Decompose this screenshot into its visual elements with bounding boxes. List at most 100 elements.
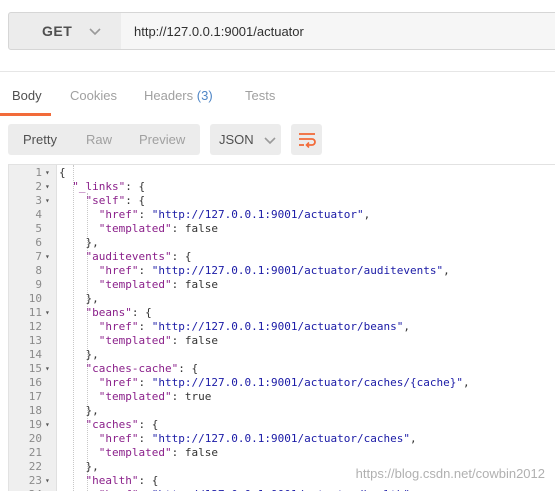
tab-headers[interactable]: Headers (3) (144, 88, 213, 103)
json-punctuation: , (403, 320, 411, 333)
url-input[interactable]: http://127.0.0.1:9001/actuator (121, 12, 555, 50)
tab-cookies[interactable]: Cookies (70, 88, 117, 103)
fold-toggle-icon[interactable]: ▾ (45, 194, 54, 208)
json-punctuation: : { (138, 474, 159, 487)
preview-button[interactable]: Preview (139, 132, 185, 147)
request-bar: GET http://127.0.0.1:9001/actuator (0, 0, 555, 64)
line-number: 19 (28, 418, 42, 431)
json-key: "beans" (85, 306, 132, 319)
code-text: "href": "http://127.0.0.1:9001/actuator/… (59, 320, 410, 334)
json-punctuation: , (410, 432, 417, 445)
line-number: 23 (28, 474, 42, 487)
json-punctuation: }, (59, 404, 99, 417)
json-punctuation: : { (131, 306, 152, 319)
code-text: }, (59, 404, 99, 418)
line-number: 5 (35, 222, 42, 235)
code-text: "caches-cache": { (59, 362, 199, 376)
json-punctuation (59, 362, 86, 375)
fold-toggle-icon[interactable]: ▾ (45, 418, 54, 432)
json-string: "http://127.0.0.1:9001/actuator/beans" (151, 320, 404, 333)
tab-tests[interactable]: Tests (245, 88, 275, 103)
line-number: 22 (28, 460, 42, 473)
json-punctuation: : false (171, 334, 218, 347)
json-key: "health" (85, 474, 139, 487)
json-string: "http://127.0.0.1:9001/actuator/caches/{… (151, 376, 464, 389)
code-text: "templated": false (59, 446, 218, 460)
json-punctuation (59, 250, 86, 263)
json-punctuation (59, 334, 99, 347)
json-key: "templated" (98, 222, 172, 235)
line-number: 14 (28, 348, 42, 361)
json-key: "templated" (98, 334, 172, 347)
line-number: 1 (35, 166, 42, 179)
line-number: 17 (28, 390, 42, 403)
json-key: "_links" (72, 180, 126, 193)
json-punctuation (59, 194, 86, 207)
json-punctuation (59, 306, 86, 319)
code-text: "templated": false (59, 222, 218, 236)
json-punctuation: : { (125, 194, 146, 207)
line-number: 4 (35, 208, 42, 221)
code-text: "href": "http://127.0.0.1:9001/actuator/… (59, 376, 470, 390)
json-punctuation (59, 278, 99, 291)
json-punctuation: , (463, 376, 470, 389)
format-label: JSON (219, 132, 254, 147)
line-number: 18 (28, 404, 42, 417)
line-number: 6 (35, 236, 42, 249)
url-text: http://127.0.0.1:9001/actuator (134, 23, 304, 39)
method-label: GET (42, 23, 73, 39)
fold-toggle-icon[interactable]: ▾ (45, 474, 54, 488)
response-tabs: Body Cookies Headers (3) Tests (0, 80, 555, 116)
active-tab-indicator (0, 113, 51, 116)
line-number: 3 (35, 194, 42, 207)
code-text: "auditevents": { (59, 250, 192, 264)
wrap-lines-button[interactable] (291, 124, 322, 155)
code-text: "_links": { (59, 180, 145, 194)
pretty-button[interactable]: Pretty (23, 132, 57, 147)
code-text: }, (59, 236, 99, 250)
json-punctuation (59, 376, 99, 389)
wrap-lines-icon (298, 132, 316, 148)
method-dropdown[interactable]: GET (8, 12, 122, 50)
code-text: "href": "http://127.0.0.1:9001/actuator"… (59, 208, 371, 222)
fold-toggle-icon[interactable]: ▾ (45, 306, 54, 320)
tab-headers-label: Headers (144, 88, 194, 103)
json-punctuation: : { (138, 418, 159, 431)
raw-button[interactable]: Raw (86, 132, 112, 147)
json-key: "templated" (98, 278, 172, 291)
format-dropdown[interactable]: JSON (210, 124, 281, 155)
fold-toggle-icon[interactable]: ▾ (45, 250, 54, 264)
code-text: }, (59, 460, 98, 474)
code-text: "href": "http://127.0.0.1:9001/actuator/… (59, 264, 450, 278)
line-number: 8 (35, 264, 42, 277)
json-punctuation: : (138, 320, 152, 333)
json-punctuation: }, (59, 292, 99, 305)
json-punctuation: : (138, 376, 152, 389)
code-text: "templated": false (59, 278, 218, 292)
json-punctuation: , (363, 208, 371, 221)
fold-toggle-icon[interactable]: ▾ (45, 166, 54, 180)
fold-toggle-icon[interactable]: ▾ (45, 362, 54, 376)
view-mode-group: Pretty Raw Preview (8, 124, 200, 155)
json-key: "caches" (85, 418, 139, 431)
json-key: "self" (85, 194, 126, 207)
line-number: 16 (28, 376, 42, 389)
json-key: "href" (98, 376, 139, 389)
line-number: 20 (28, 432, 42, 445)
chevron-down-icon (89, 28, 101, 36)
fold-toggle-icon[interactable]: ▾ (45, 180, 54, 194)
json-punctuation: }, (59, 236, 99, 249)
json-punctuation: : { (171, 250, 192, 263)
json-punctuation: : { (178, 362, 199, 375)
response-body-editor[interactable]: 1 ▾{2 ▾ "_links": {3 ▾ "self": {4 "href": "… (8, 164, 555, 491)
code-text: "href": "http://127.0.0.1:9001/actuator/… (59, 432, 417, 446)
json-punctuation: : false (171, 278, 218, 291)
json-key: "auditevents" (85, 250, 172, 263)
json-punctuation (59, 390, 99, 403)
json-punctuation (59, 446, 99, 459)
tab-body[interactable]: Body (12, 88, 42, 103)
json-punctuation: , (443, 264, 450, 277)
json-punctuation (59, 264, 99, 277)
json-key: "caches-cache" (85, 362, 179, 375)
code-text: "beans": { (59, 306, 152, 320)
